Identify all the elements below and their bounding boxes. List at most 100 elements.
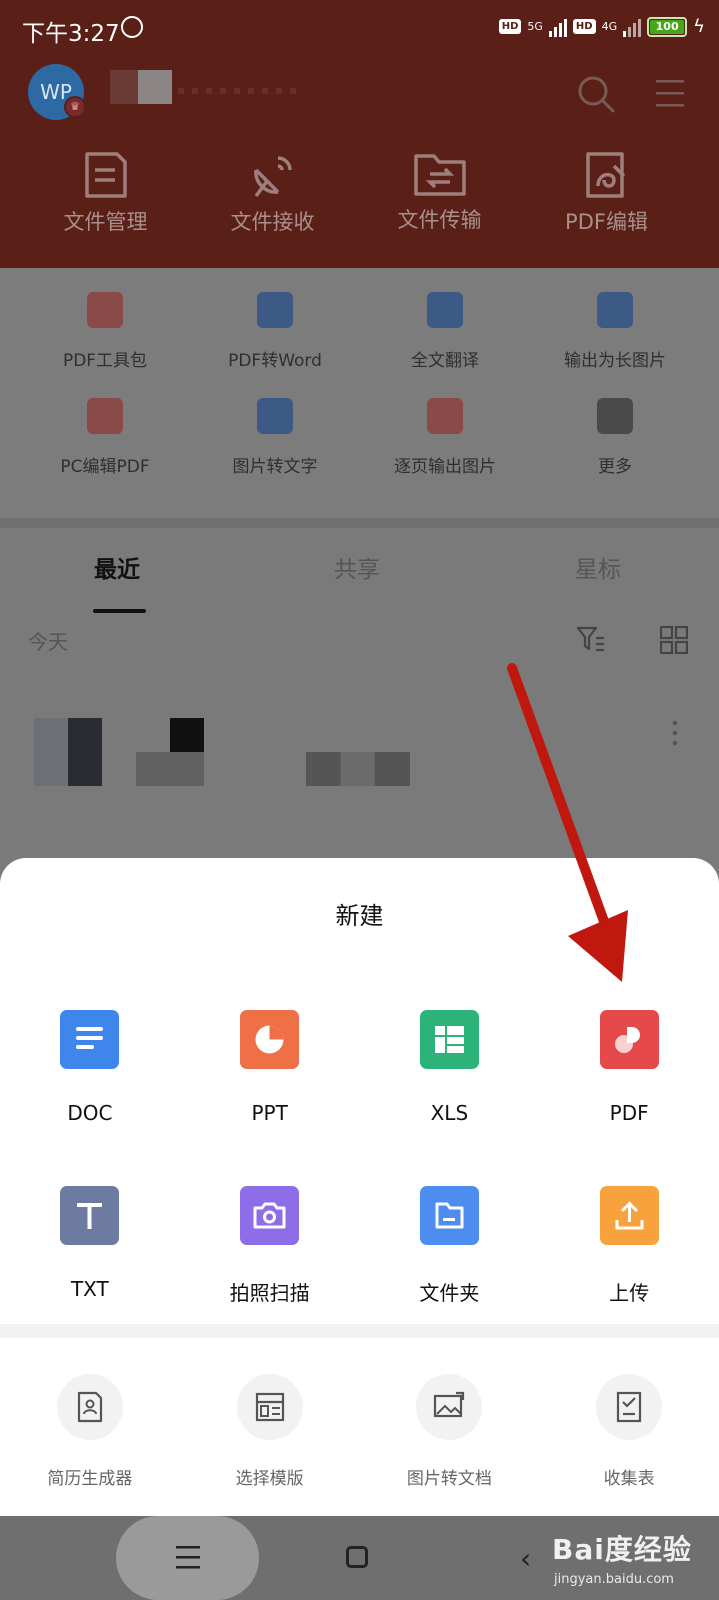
pdf-icon <box>599 1010 659 1069</box>
file-receive-button[interactable]: 文件接收 <box>189 150 356 236</box>
tool-pdf-to-word[interactable]: PDF转Word <box>190 292 360 371</box>
tool-more[interactable]: 更多 <box>530 398 700 477</box>
scan-button[interactable]: 拍照扫描 <box>180 1186 360 1306</box>
new-txt-button[interactable]: TXT <box>0 1186 180 1306</box>
tool-image-to-text[interactable]: 图片转文字 <box>190 398 360 477</box>
search-icon[interactable] <box>576 74 616 114</box>
image-to-doc-label: 图片转文档 <box>406 1469 492 1489</box>
menu-icon[interactable] <box>656 78 684 108</box>
resume-builder-button[interactable]: 简历生成器 <box>0 1374 180 1489</box>
satellite-icon <box>253 156 292 198</box>
new-folder-button[interactable]: 文件夹 <box>360 1186 540 1306</box>
resume-builder-label: 简历生成器 <box>47 1469 133 1489</box>
page-image-icon <box>427 398 463 434</box>
resume-icon <box>56 1374 123 1440</box>
system-nav-bar: ‹ Bai度经验 jingyan.baidu.com <box>0 1516 719 1600</box>
tool-label: 输出为长图片 <box>564 351 666 371</box>
new-doc-label: DOC <box>67 1101 113 1125</box>
network-5g-label: 5G <box>527 19 543 33</box>
file-thumbnail-redacted[interactable] <box>34 718 102 786</box>
xls-icon <box>419 1010 479 1069</box>
battery-icon: 100 <box>647 16 688 37</box>
section-today: 今天 <box>28 630 68 654</box>
tools-row-2: PC编辑PDF 图片转文字 逐页输出图片 更多 <box>0 398 719 477</box>
form-icon <box>596 1374 663 1440</box>
pdf-to-word-icon <box>257 292 293 328</box>
extra-tools-row: 简历生成器 选择模版 图片转文档 收集表 <box>0 1374 719 1489</box>
new-doc-button[interactable]: DOC <box>0 1010 180 1125</box>
image-to-doc-button[interactable]: 图片转文档 <box>360 1374 540 1489</box>
file-meta-redacted <box>306 752 410 786</box>
ppt-icon <box>240 1010 300 1069</box>
charging-icon: ϟ <box>693 16 705 37</box>
template-icon <box>236 1374 303 1440</box>
camera-icon <box>240 1186 300 1245</box>
tool-label: PDF转Word <box>228 351 322 371</box>
status-bar: 下午3:27 HD 5G HD 4G 100 ϟ <box>0 0 719 60</box>
username-redacted <box>110 70 172 104</box>
tab-share[interactable]: 共享 <box>334 550 380 584</box>
new-document-sheet: 新建 DOC PPT XLS PDF TXT 拍照扫描 文件夹 上传 简历生成器… <box>0 858 719 1516</box>
doc-icon <box>60 1010 120 1069</box>
pc-pdf-icon <box>87 398 123 434</box>
nav-back-button[interactable]: ‹ <box>520 1542 531 1575</box>
filter-icon[interactable] <box>576 624 606 654</box>
watermark-url: jingyan.baidu.com <box>554 1572 674 1587</box>
upload-button[interactable]: 上传 <box>539 1186 719 1306</box>
nav-home-button[interactable] <box>346 1546 368 1568</box>
tab-recent[interactable]: 最近 <box>94 550 140 584</box>
tool-translate[interactable]: 全文翻译 <box>360 292 530 371</box>
tool-label: PC编辑PDF <box>60 457 150 477</box>
tool-long-image[interactable]: 输出为长图片 <box>530 292 700 371</box>
sheet-title: 新建 <box>335 902 384 930</box>
tool-label: PDF工具包 <box>62 351 148 371</box>
grid-view-icon[interactable] <box>660 626 688 654</box>
tool-pc-pdf[interactable]: PC编辑PDF <box>20 398 190 477</box>
header-actions: 文件管理 文件接收 文件传输 PDF编辑 <box>0 150 719 236</box>
new-xls-button[interactable]: XLS <box>360 1010 540 1125</box>
file-manage-icon <box>84 152 127 198</box>
pdf-edit-button[interactable]: PDF编辑 <box>523 150 690 236</box>
battery-level: 100 <box>650 19 685 34</box>
file-transfer-button[interactable]: 文件传输 <box>356 150 523 236</box>
new-pdf-button[interactable]: PDF <box>539 1010 719 1125</box>
new-txt-label: TXT <box>70 1277 109 1301</box>
upload-icon <box>599 1186 659 1245</box>
tab-star[interactable]: 星标 <box>575 550 621 584</box>
new-xls-label: XLS <box>430 1101 469 1125</box>
network-4g-label: 4G <box>601 19 618 33</box>
new-ppt-label: PPT <box>251 1101 288 1125</box>
pdf-toolkit-icon <box>87 292 123 328</box>
app-header: 下午3:27 HD 5G HD 4G 100 ϟ WP ♛ 文件管理 文件接收 … <box>0 0 719 268</box>
form-label: 收集表 <box>603 1469 655 1489</box>
scan-label: 拍照扫描 <box>229 1281 310 1305</box>
new-ppt-button[interactable]: PPT <box>180 1010 360 1125</box>
image-doc-icon <box>416 1374 483 1440</box>
more-vertical-icon[interactable] <box>672 718 678 748</box>
tool-label: 全文翻译 <box>411 351 479 371</box>
upload-label: 上传 <box>609 1281 650 1305</box>
signal-icon <box>548 17 567 37</box>
new-row-1: DOC PPT XLS PDF <box>0 1010 719 1125</box>
nav-menu-button[interactable] <box>116 1516 259 1600</box>
template-button[interactable]: 选择模版 <box>180 1374 360 1489</box>
file-name-redacted-2 <box>170 718 204 752</box>
file-transfer-label: 文件传输 <box>397 208 482 232</box>
new-folder-label: 文件夹 <box>419 1281 480 1305</box>
tools-grid: PDF工具包 PDF转Word 全文翻译 输出为长图片 PC编辑PDF 图片转文… <box>0 268 719 518</box>
vip-crown-icon: ♛ <box>64 96 86 118</box>
menu-lines-icon <box>176 1546 200 1569</box>
tools-row-1: PDF工具包 PDF转Word 全文翻译 输出为长图片 <box>0 292 719 371</box>
tool-label: 逐页输出图片 <box>394 457 496 477</box>
section-divider <box>0 518 719 528</box>
tool-pdf-toolkit[interactable]: PDF工具包 <box>20 292 190 371</box>
file-manage-label: 文件管理 <box>63 210 148 234</box>
username-redacted-dots <box>178 88 298 94</box>
image-to-text-icon <box>257 398 293 434</box>
new-pdf-label: PDF <box>609 1101 649 1125</box>
file-manage-button[interactable]: 文件管理 <box>22 150 189 236</box>
tool-page-image[interactable]: 逐页输出图片 <box>360 398 530 477</box>
more-grid-icon <box>597 398 633 434</box>
folder-transfer-icon <box>413 154 466 196</box>
form-button[interactable]: 收集表 <box>539 1374 719 1489</box>
